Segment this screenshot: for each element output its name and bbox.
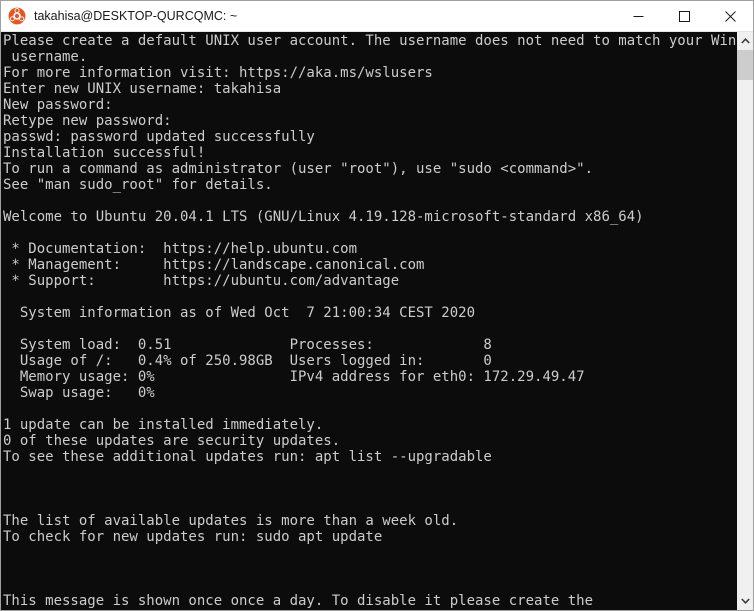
terminal-line: Swap usage: 0% — [3, 385, 155, 401]
terminal-line: To check for new updates run: sudo apt u… — [3, 529, 383, 545]
title-bar[interactable]: takahisa@DESKTOP-QURCQMC: ~ — [1, 1, 753, 32]
terminal-line: For more information visit: https://aka.… — [3, 65, 433, 81]
terminal-line: Memory usage: 0% IPv4 address for eth0: … — [3, 369, 585, 385]
terminal-line: Usage of /: 0.4% of 250.98GB Users logge… — [3, 353, 492, 369]
terminal-line: The list of available updates is more th… — [3, 513, 459, 529]
maximize-button[interactable] — [661, 1, 707, 31]
terminal-line: System information as of Wed Oct 7 21:00… — [3, 305, 476, 321]
scrollbar-thumb[interactable] — [737, 50, 753, 80]
terminal-line: 1 update can be installed immediately. — [3, 417, 324, 433]
terminal-line: System load: 0.51 Processes: 8 — [3, 337, 492, 353]
terminal-line: This message is shown once once a day. T… — [3, 593, 594, 609]
window-controls — [615, 1, 753, 31]
terminal-screen[interactable]: Please create a default UNIX user accoun… — [1, 32, 736, 610]
scrollbar-track[interactable] — [737, 50, 753, 592]
close-button[interactable] — [707, 1, 753, 31]
terminal-line: * Support: https://ubuntu.com/advantage — [3, 273, 400, 289]
terminal-line: Retype new password: — [3, 113, 172, 129]
scroll-down-arrow-icon[interactable] — [737, 592, 753, 610]
terminal-window: takahisa@DESKTOP-QURCQMC: ~ Please creat… — [0, 0, 754, 611]
terminal-line: Installation successful! — [3, 145, 206, 161]
terminal-line: 0 of these updates are security updates. — [3, 433, 341, 449]
terminal-line: To see these additional updates run: apt… — [3, 449, 492, 465]
scroll-up-arrow-icon[interactable] — [737, 32, 753, 50]
terminal-line: * Documentation: https://help.ubuntu.com — [3, 241, 358, 257]
window-title: takahisa@DESKTOP-QURCQMC: ~ — [34, 9, 238, 23]
terminal-line: See "man sudo_root" for details. — [3, 177, 273, 193]
terminal-body: Please create a default UNIX user accoun… — [1, 32, 753, 610]
terminal-scrollbar[interactable] — [736, 32, 753, 610]
terminal-line: Please create a default UNIX user accoun… — [3, 33, 736, 49]
terminal-line: username. — [3, 49, 88, 65]
ubuntu-logo-icon — [6, 5, 28, 27]
terminal-line: passwd: password updated successfully — [3, 129, 315, 145]
terminal-line: * Management: https://landscape.canonica… — [3, 257, 425, 273]
terminal-line: New password: — [3, 97, 113, 113]
minimize-button[interactable] — [615, 1, 661, 31]
terminal-line: Enter new UNIX username: takahisa — [3, 81, 282, 97]
terminal-line: To run a command as administrator (user … — [3, 161, 594, 177]
terminal-line: /home/takahisa/.hushlogin file. — [3, 609, 736, 610]
terminal-line: Welcome to Ubuntu 20.04.1 LTS (GNU/Linux… — [3, 209, 644, 225]
